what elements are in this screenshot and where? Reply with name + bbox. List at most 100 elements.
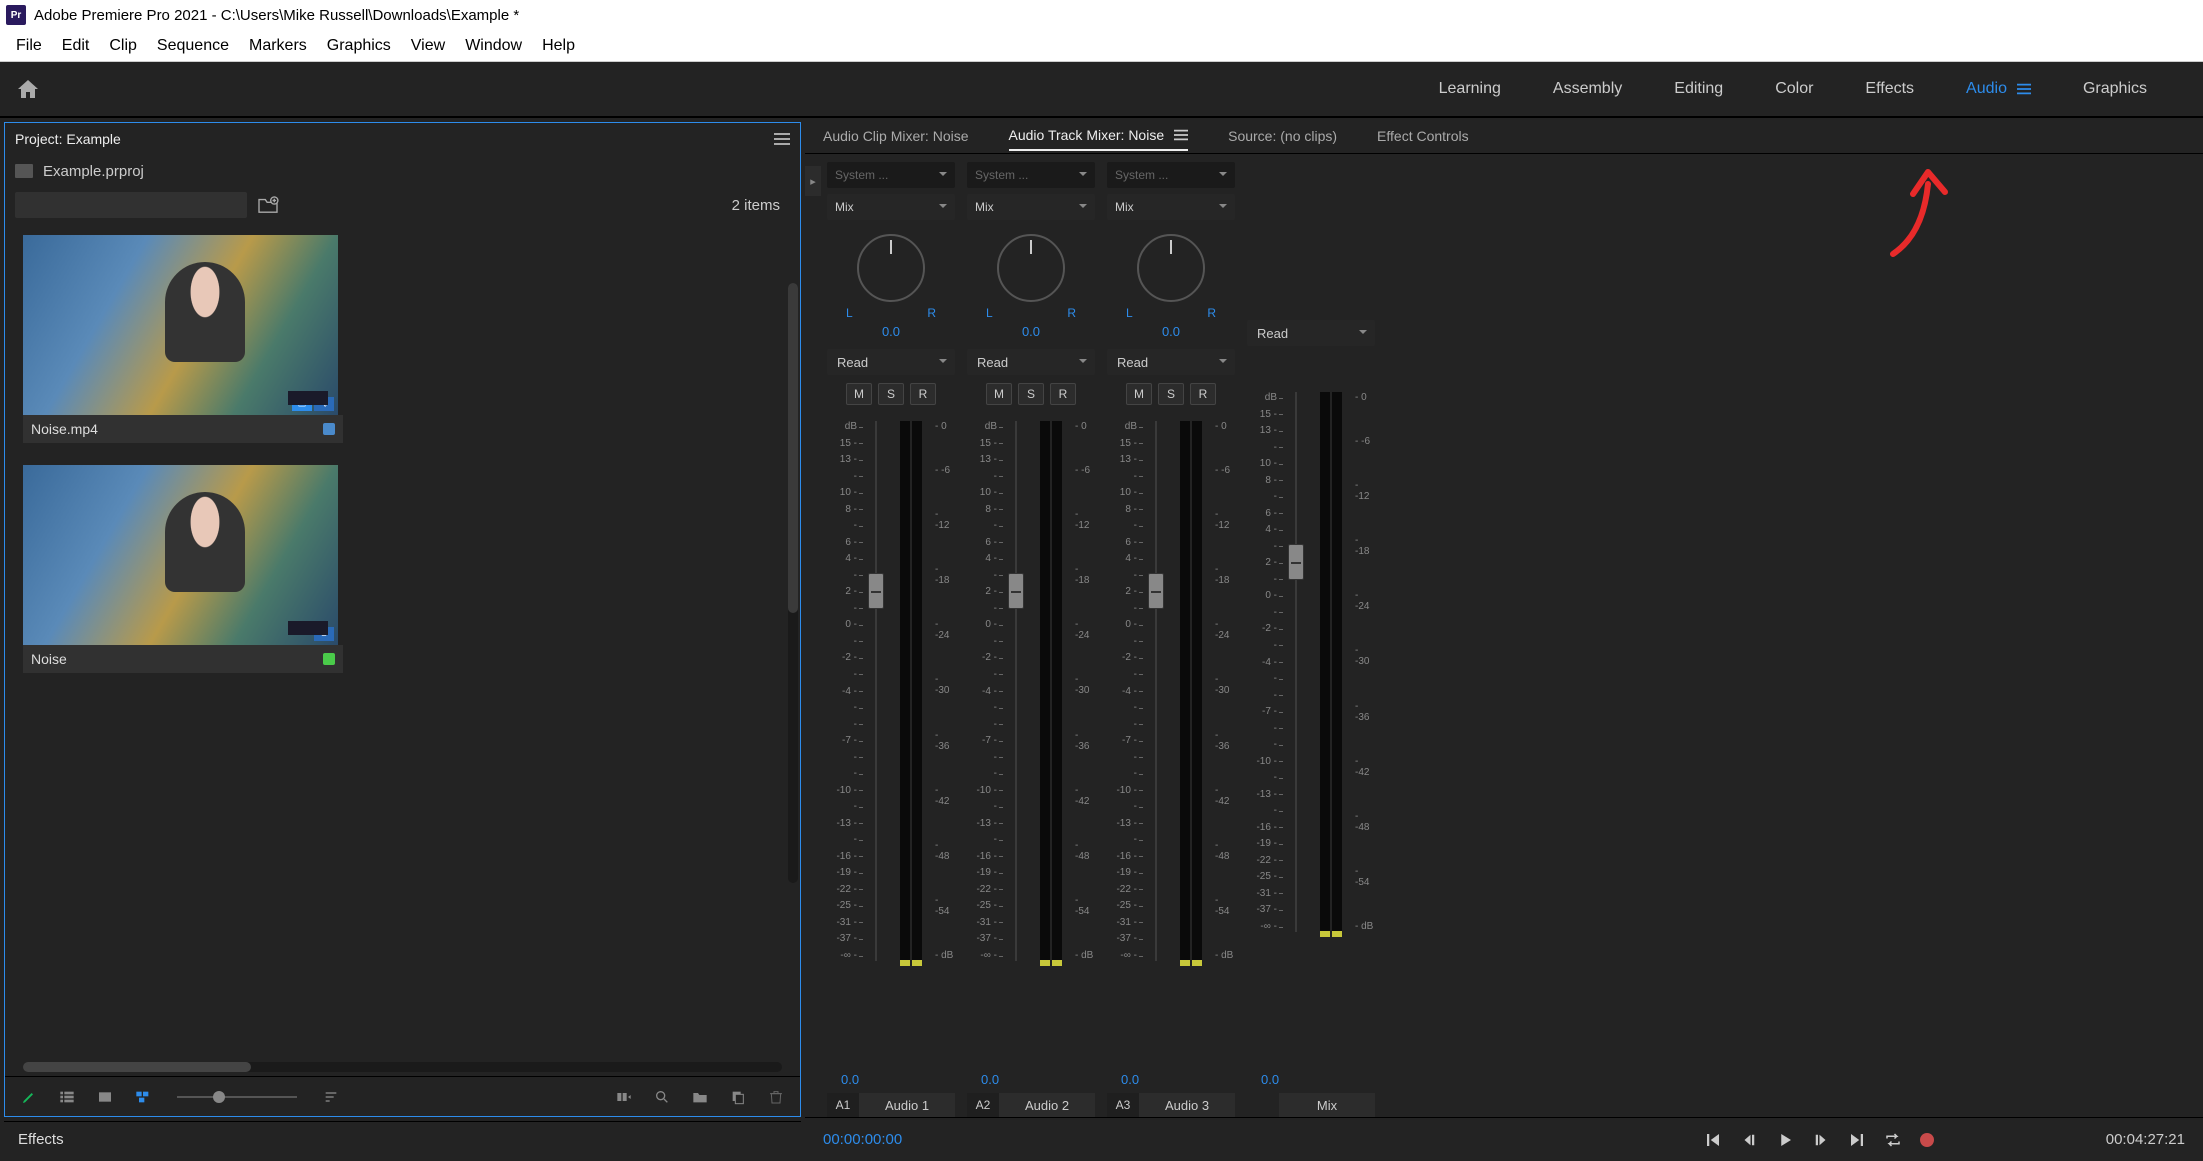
workspace-color[interactable]: Color [1775,80,1813,98]
solo-button[interactable]: S [878,383,904,405]
record-button[interactable] [1920,1133,1934,1147]
pan-knob[interactable] [997,234,1065,302]
channel-name[interactable]: Audio 3 [1139,1093,1235,1117]
menu-file[interactable]: File [6,33,52,59]
volume-fader-track[interactable] [1141,421,1171,961]
find-icon[interactable] [652,1089,672,1105]
menu-window[interactable]: Window [455,33,532,59]
label-color-chip[interactable] [323,653,335,665]
menu-edit[interactable]: Edit [52,33,100,59]
effects-panel-tab[interactable]: Effects [4,1121,801,1157]
workspace-assembly[interactable]: Assembly [1553,80,1622,98]
timecode-current[interactable]: 00:00:00:00 [823,1131,902,1148]
label-color-chip[interactable] [323,423,335,435]
mixer-channel-a1: System ... Mix LR 0.0 Read M S R dB15 -1… [821,162,961,1117]
new-bin-icon[interactable] [257,196,279,214]
pan-value[interactable]: 0.0 [1162,324,1180,339]
new-item-icon[interactable] [728,1089,748,1105]
tab-source[interactable]: Source: (no clips) [1228,122,1337,150]
media-item[interactable]: ≡ Noise [23,465,343,673]
menu-markers[interactable]: Markers [239,33,317,59]
step-forward-icon[interactable] [1812,1131,1830,1149]
panel-menu-icon[interactable] [1174,128,1188,142]
pan-knob[interactable] [857,234,925,302]
go-to-in-point-icon[interactable] [1704,1131,1722,1149]
volume-fader-track[interactable] [1281,392,1311,932]
channel-name[interactable]: Audio 2 [999,1093,1095,1117]
trash-icon[interactable] [766,1089,786,1105]
automation-mode-dropdown[interactable]: Read [1247,320,1375,346]
panel-menu-icon[interactable] [774,131,790,147]
list-view-icon[interactable] [57,1089,77,1105]
pan-value[interactable]: 0.0 [882,324,900,339]
write-mode-icon[interactable] [19,1089,39,1105]
menu-help[interactable]: Help [532,33,585,59]
volume-fader-handle[interactable] [1008,573,1024,609]
fader-value[interactable]: 0.0 [981,1072,999,1087]
media-item[interactable]: ▭∿ Noise.mp4 [23,235,343,443]
icon-view-icon[interactable] [95,1089,115,1105]
record-enable-button[interactable]: R [1190,383,1216,405]
play-icon[interactable] [1776,1131,1794,1149]
expand-effects-sends-toggle[interactable]: ▸ [805,166,821,196]
workspace-menu-icon[interactable] [2017,82,2031,96]
menu-clip[interactable]: Clip [99,33,147,59]
pan-value[interactable]: 0.0 [1022,324,1040,339]
project-horizontal-scrollbar[interactable] [23,1062,782,1072]
home-icon[interactable] [16,77,40,101]
channel-output-dropdown[interactable]: Mix [827,194,955,220]
automation-mode-dropdown[interactable]: Read [1107,349,1235,375]
channel-name[interactable]: Mix [1279,1093,1375,1117]
workspace-learning[interactable]: Learning [1439,80,1501,98]
fader-db-scale: dB15 -13 --10 -8 --6 -4 --2 --0 ---2 ---… [827,421,861,961]
media-thumbnail[interactable]: ▭∿ [23,235,338,415]
menu-view[interactable]: View [401,33,455,59]
thumbnail-zoom-slider[interactable] [177,1096,297,1098]
tab-audio-clip-mixer[interactable]: Audio Clip Mixer: Noise [823,122,969,150]
automation-mode-dropdown[interactable]: Read [827,349,955,375]
record-enable-button[interactable]: R [1050,383,1076,405]
project-vertical-scrollbar[interactable] [788,283,798,883]
menu-sequence[interactable]: Sequence [147,33,239,59]
channel-output-dropdown[interactable]: Mix [967,194,1095,220]
volume-fader-handle[interactable] [1148,573,1164,609]
workspace-audio[interactable]: Audio [1966,80,2031,98]
level-meter [1171,421,1211,966]
mute-button[interactable]: M [846,383,872,405]
loop-icon[interactable] [1884,1131,1902,1149]
solo-button[interactable]: S [1158,383,1184,405]
sort-icon[interactable] [321,1089,341,1105]
volume-fader-handle[interactable] [1288,544,1304,580]
record-enable-button[interactable]: R [910,383,936,405]
channel-input-dropdown[interactable]: System ... [1107,162,1235,188]
channel-name[interactable]: Audio 1 [859,1093,955,1117]
tab-audio-track-mixer[interactable]: Audio Track Mixer: Noise [1009,121,1189,151]
mute-button[interactable]: M [986,383,1012,405]
fader-value[interactable]: 0.0 [1121,1072,1139,1087]
volume-fader-handle[interactable] [868,573,884,609]
freeform-view-icon[interactable] [133,1089,153,1105]
new-bin-button-icon[interactable] [690,1089,710,1105]
workspace-effects[interactable]: Effects [1865,80,1914,98]
tab-effect-controls[interactable]: Effect Controls [1377,122,1469,150]
step-back-icon[interactable] [1740,1131,1758,1149]
solo-button[interactable]: S [1018,383,1044,405]
volume-fader-track[interactable] [861,421,891,961]
pan-knob[interactable] [1137,234,1205,302]
automation-mode-dropdown[interactable]: Read [967,349,1095,375]
channel-input-dropdown[interactable]: System ... [827,162,955,188]
channel-id: A3 [1107,1093,1139,1117]
search-input[interactable] [15,192,247,218]
workspace-editing[interactable]: Editing [1674,80,1723,98]
volume-fader-track[interactable] [1001,421,1031,961]
channel-output-dropdown[interactable]: Mix [1107,194,1235,220]
go-to-out-point-icon[interactable] [1848,1131,1866,1149]
fader-value[interactable]: 0.0 [841,1072,859,1087]
automate-to-sequence-icon[interactable] [614,1089,634,1105]
fader-value[interactable]: 0.0 [1261,1072,1279,1087]
mute-button[interactable]: M [1126,383,1152,405]
channel-input-dropdown[interactable]: System ... [967,162,1095,188]
workspace-graphics[interactable]: Graphics [2083,80,2147,98]
media-thumbnail[interactable]: ≡ [23,465,338,645]
menu-graphics[interactable]: Graphics [317,33,401,59]
